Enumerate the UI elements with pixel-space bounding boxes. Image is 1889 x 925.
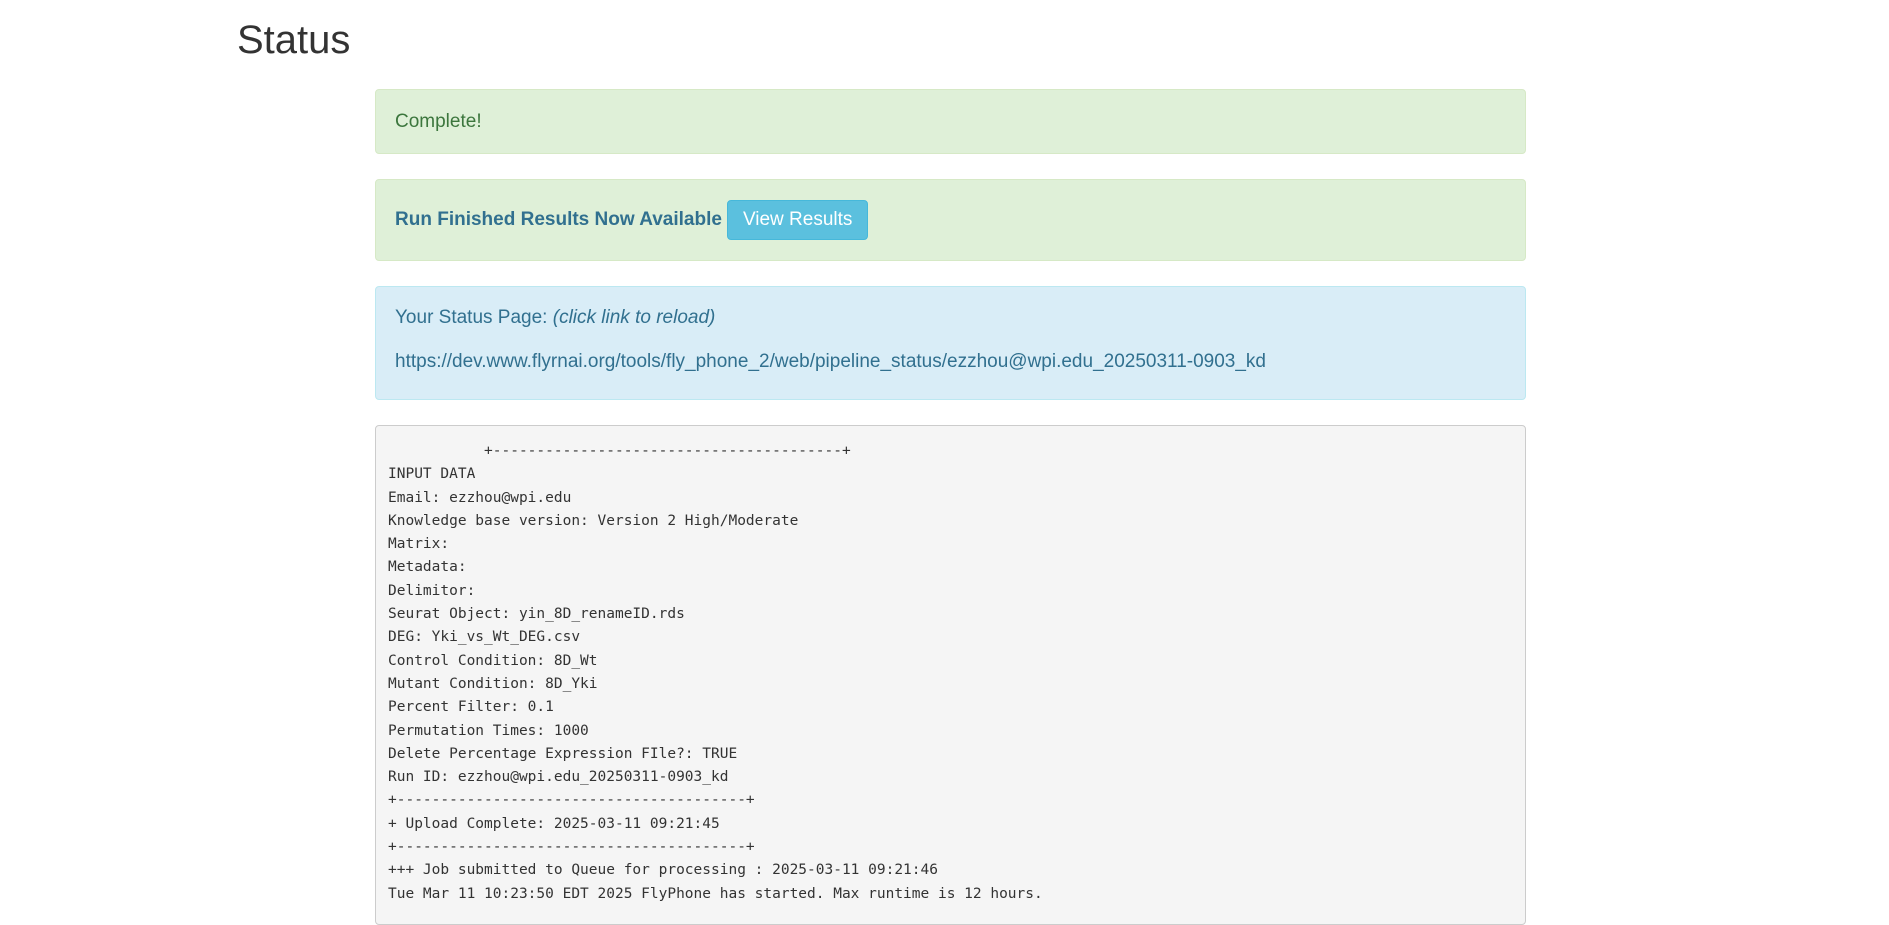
results-message: Run Finished Results Now Available [395,209,722,230]
log-line: Metadata: [388,559,467,576]
log-line: +---------------------------------------… [388,839,755,856]
log-line: +---------------------------------------… [388,792,755,809]
view-results-button[interactable]: View Results [726,199,869,241]
log-line: Mutant Condition: 8D_Yki [388,675,598,692]
log-line: Run ID: ezzhou@wpi.edu_20250311-0903_kd [388,769,729,786]
run-log: +---------------------------------------… [375,425,1526,925]
complete-message: Complete! [395,110,482,132]
log-line: DEG: Yki_vs_Wt_DEG.csv [388,629,581,646]
log-line: Email: ezzhou@wpi.edu [388,489,572,506]
log-line: Delete Percentage Expression FIle?: TRUE [388,745,738,762]
log-line: Delimitor: [388,582,476,599]
status-page-alert: Your Status Page: (click link to reload)… [375,286,1526,400]
log-line: + Upload Complete: 2025-03-11 09:21:45 [388,815,720,832]
log-line: Seurat Object: yin_8D_renameID.rds [388,606,685,623]
status-page-label-line: Your Status Page: (click link to reload) [395,306,1506,331]
log-line: Percent Filter: 0.1 [388,699,554,716]
main-content: Complete! Run Finished Results Now Avail… [375,89,1526,925]
log-line: INPUT DATA [388,466,476,483]
complete-alert: Complete! [375,89,1526,154]
log-line: Control Condition: 8D_Wt [388,652,598,669]
log-line: Knowledge base version: Version 2 High/M… [388,512,799,529]
log-line: +---------------------------------------… [388,443,851,459]
results-alert: Run Finished Results Now Available View … [375,179,1526,261]
log-line: Matrix: [388,536,450,553]
log-line: Tue Mar 11 10:23:50 EDT 2025 FlyPhone ha… [388,885,1043,902]
log-line: Permutation Times: 1000 [388,722,589,739]
status-page-hint: (click link to reload) [552,307,716,328]
status-page-link[interactable]: https://dev.www.flyrnai.org/tools/fly_ph… [395,351,1266,372]
page-title: Status [237,18,351,62]
log-line: +++ Job submitted to Queue for processin… [388,862,938,879]
status-page-label: Your Status Page: [395,307,548,328]
